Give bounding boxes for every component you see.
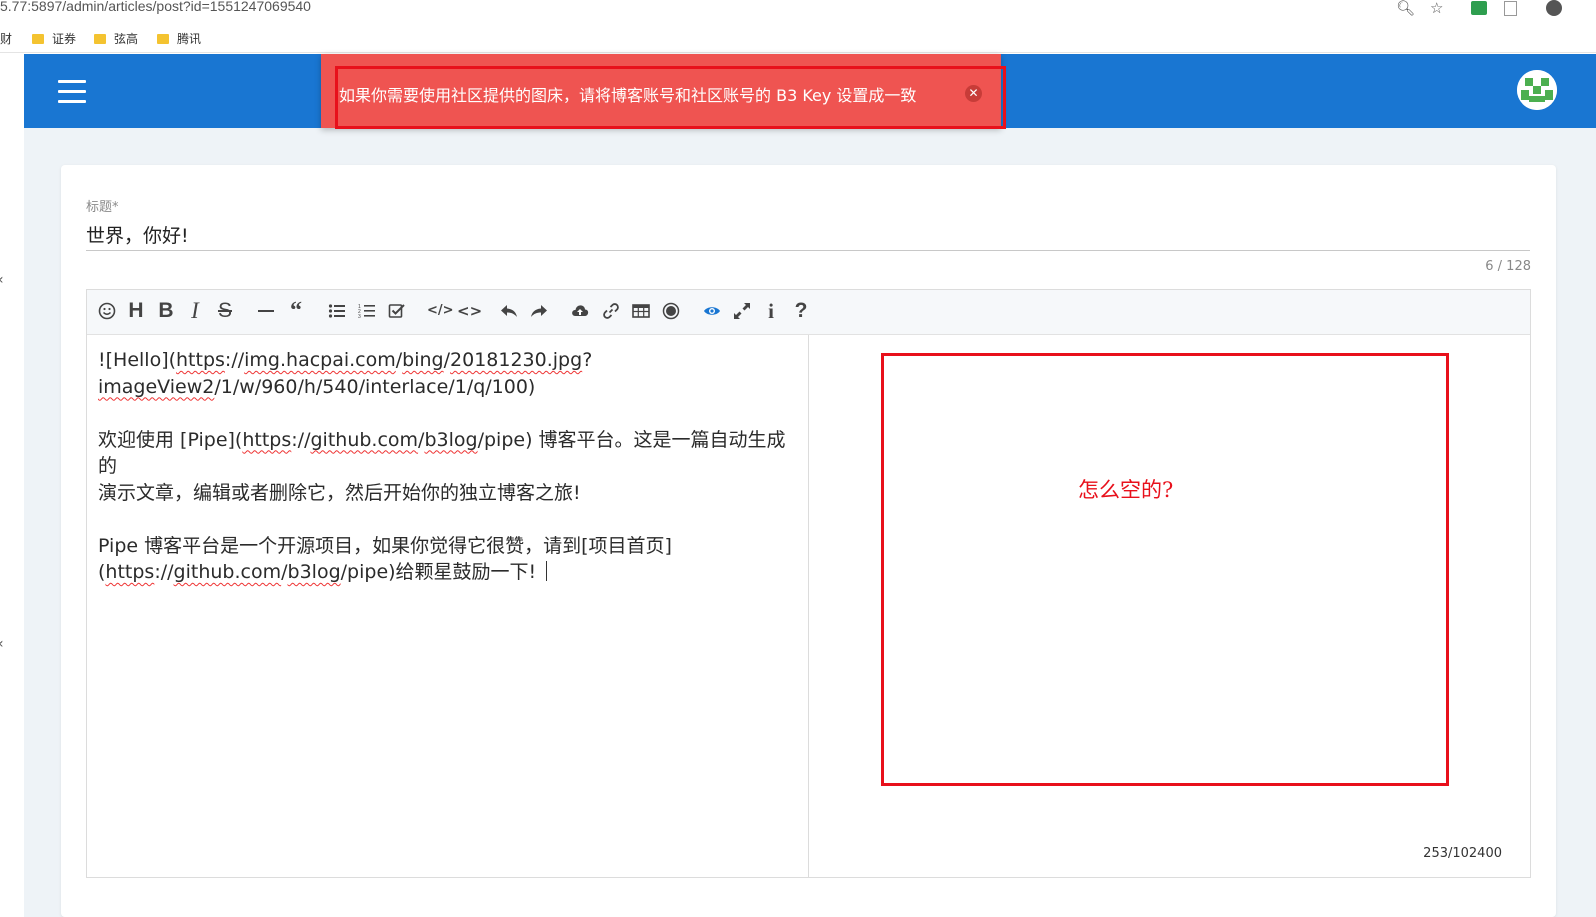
markdown-textarea[interactable]: ![Hello](https://img.hacpai.com/bing/201… [98, 347, 798, 586]
folder-icon [157, 33, 169, 44]
emoji-icon[interactable] [96, 300, 118, 322]
bookmark-star-icon[interactable]: ☆ [1430, 0, 1443, 16]
url-text[interactable]: 5.77:5897/admin/articles/post?id=1551247… [0, 0, 311, 14]
list-icon[interactable] [326, 300, 348, 322]
profile-icon[interactable] [1546, 0, 1562, 16]
annotation-box [335, 66, 1006, 129]
avatar[interactable] [1517, 70, 1557, 110]
bookmarks-bar: 财 证券 弦高 腾讯 [0, 26, 1596, 53]
annotation-box [881, 353, 1449, 786]
extension-icon[interactable] [1504, 1, 1517, 16]
table-icon[interactable] [630, 300, 652, 322]
spellcheck-word: imageView2 [98, 375, 215, 398]
sidebar-edge: ‹ ‹ [0, 54, 24, 917]
spellcheck-word: https [176, 349, 225, 371]
markdown-text: /pipe)给颗星鼓励一下! [340, 561, 537, 583]
spellcheck-word: b3log [287, 561, 341, 583]
annotation-note: 怎么空的? [1078, 478, 1174, 502]
heading-icon[interactable]: H [125, 300, 147, 322]
spellcheck-word: github.com [173, 561, 282, 583]
bookmark-item[interactable]: 财 [0, 30, 12, 47]
pane-divider [808, 335, 809, 877]
address-bar[interactable]: 5.77:5897/admin/articles/post?id=1551247… [0, 0, 1596, 20]
inline-code-icon[interactable]: </> [427, 300, 454, 322]
chevron-left-icon[interactable]: ‹ [0, 272, 4, 288]
editor-char-count: 253/102400 [1423, 846, 1502, 861]
upload-icon[interactable] [569, 300, 591, 322]
markdown-text: :// [154, 561, 174, 583]
markdown-text: ? [582, 349, 593, 371]
cors-extension-icon[interactable] [1471, 1, 1487, 15]
line-icon[interactable] [255, 300, 277, 322]
title-input[interactable] [86, 218, 1530, 251]
code-icon[interactable]: <> [457, 300, 482, 322]
zoom-icon[interactable]: 🔍︎ [1396, 0, 1415, 16]
info-icon[interactable]: i [760, 300, 782, 322]
text-caret [546, 561, 548, 581]
strike-icon[interactable]: S [214, 300, 236, 322]
markdown-text: :// [224, 349, 245, 371]
help-icon[interactable]: ? [790, 300, 812, 322]
folder-icon [32, 33, 44, 44]
markdown-text: /1/w/960/h/540/interlace/1/q/100) [214, 375, 536, 398]
title-char-count: 6 / 128 [1485, 259, 1531, 274]
folder-icon [94, 33, 106, 44]
spellcheck-word: b3log [424, 428, 478, 451]
redo-icon[interactable] [528, 300, 550, 322]
bold-icon[interactable]: B [155, 300, 177, 322]
italic-icon[interactable]: I [184, 299, 206, 322]
spellcheck-word: https [242, 428, 292, 451]
record-icon[interactable] [660, 300, 682, 322]
preview-icon[interactable] [701, 300, 723, 322]
chevron-down-icon[interactable]: ‹ [0, 636, 4, 652]
spellcheck-word: img.hacpai.com [244, 349, 396, 371]
bookmark-item[interactable]: 证券 [32, 30, 76, 47]
svg-text:3: 3 [358, 314, 361, 320]
bookmark-item[interactable]: 腾讯 [157, 30, 201, 47]
spellcheck-word: github.com [310, 428, 419, 451]
spellcheck-word: 20181230.jpg [450, 349, 583, 371]
spellcheck-word: https [105, 561, 155, 583]
markdown-text: ![Hello]( [98, 349, 177, 371]
undo-icon[interactable] [498, 300, 520, 322]
identicon-icon [1517, 70, 1557, 110]
bookmark-item[interactable]: 弦高 [94, 30, 138, 47]
menu-icon[interactable] [58, 80, 86, 104]
fullscreen-icon[interactable] [731, 300, 753, 322]
title-label: 标题* [86, 200, 119, 215]
markdown-text: :// [291, 428, 311, 451]
spellcheck-word: bing [402, 349, 444, 371]
check-icon[interactable] [386, 300, 408, 322]
link-icon[interactable] [600, 300, 622, 322]
markdown-text: 欢迎使用 [Pipe]( [98, 428, 243, 451]
ordered-list-icon[interactable]: 123 [356, 300, 378, 322]
quote-icon[interactable]: “ [285, 299, 307, 323]
